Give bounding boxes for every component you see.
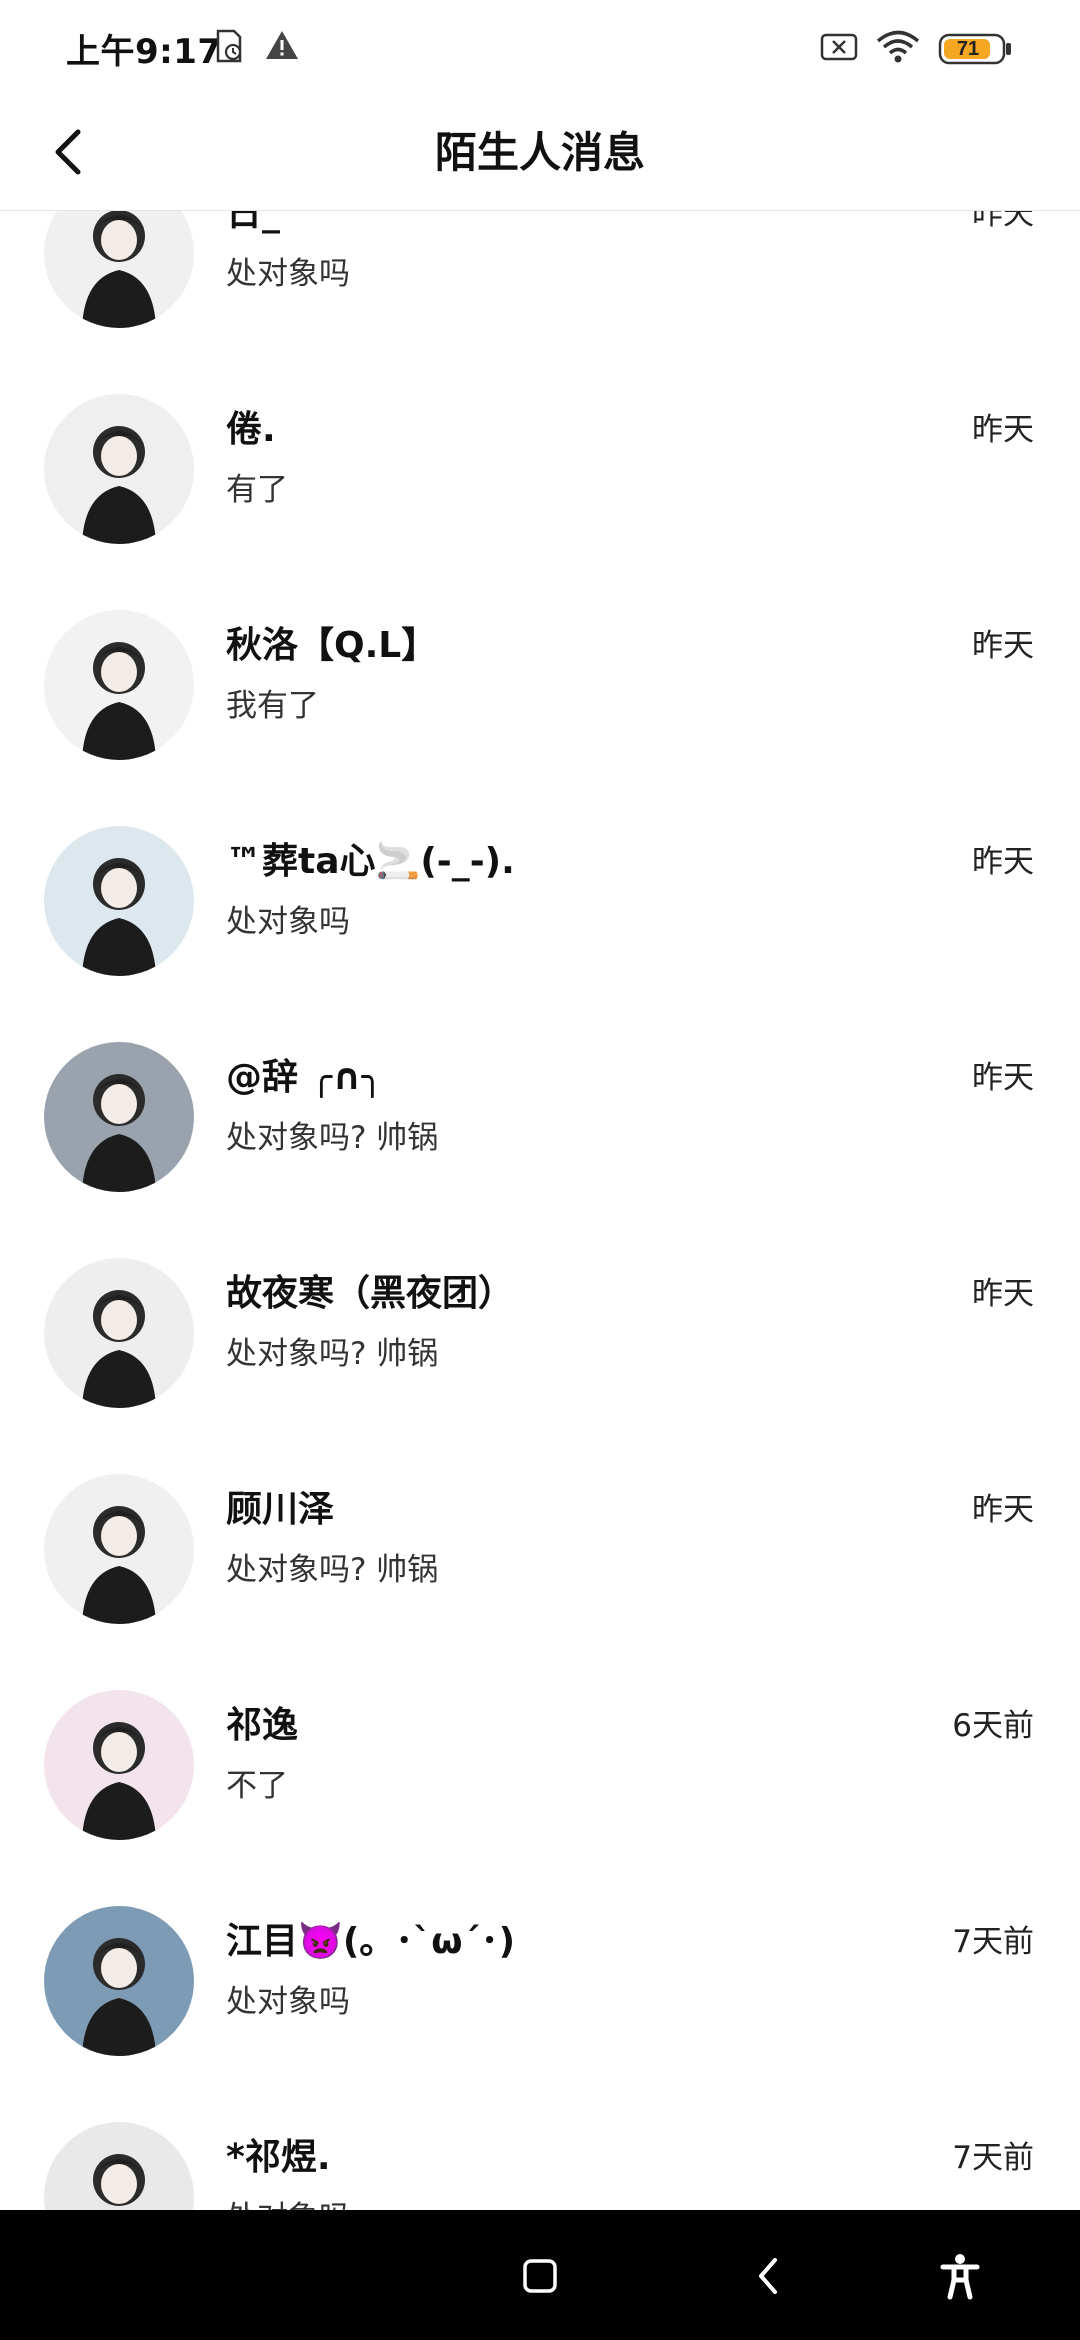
conversation-preview: 处对象吗? 帅锅 [226, 1552, 439, 1588]
conversation-item[interactable]: 秋洛【Q.L】 昨天我有了 [0, 572, 1080, 788]
conversation-time: 昨天 [972, 628, 1034, 664]
conversation-preview: 处对象吗? 帅锅 [226, 1120, 439, 1156]
status-right-icons: 71 [820, 30, 1014, 68]
header: 陌生人消息 [0, 96, 1080, 211]
avatar-figure-icon [82, 426, 156, 544]
storage-clock-icon [212, 28, 246, 68]
conversation-name: @辞 ╭∩╮ [226, 1057, 384, 1098]
conversation-name: ™葬ta心🚬(-_-). [226, 841, 515, 882]
conversation-time: 7天前 [952, 1924, 1034, 1960]
avatar-figure-icon [82, 1722, 156, 1840]
conversation-preview: 有了 [226, 472, 288, 508]
avatar[interactable] [44, 1042, 194, 1192]
avatar-figure-icon [82, 1290, 156, 1408]
conversation-time: 昨天 [972, 412, 1034, 448]
status-time: 上午9:17 [66, 32, 222, 72]
avatar[interactable] [44, 826, 194, 976]
avatar[interactable] [44, 1906, 194, 2056]
conversation-time: 昨天 [972, 844, 1034, 880]
conversation-item[interactable]: 日_ 昨天处对象吗 [0, 210, 1080, 356]
conversation-preview: 处对象吗 [226, 256, 350, 292]
avatar-figure-icon [82, 642, 156, 760]
conversation-item[interactable]: 顾川泽 昨天处对象吗? 帅锅 [0, 1436, 1080, 1652]
conversation-item[interactable]: *祁煜. 7天前处对象吗 [0, 2084, 1080, 2210]
avatar[interactable] [44, 610, 194, 760]
conversation-item[interactable]: 倦. 昨天有了 [0, 356, 1080, 572]
conversation-list-viewport[interactable]: 日_ 昨天 处对象吗 倦. 昨天 有了 秋洛【Q.L】 昨天 我有了 ™葬ta心🚬(-_-). 昨天… [0, 210, 1080, 2210]
conversation-name: 祁逸 [226, 1705, 299, 1746]
battery-icon: 71 [938, 32, 1014, 66]
conversation-time: 昨天 [972, 210, 1034, 232]
nav-back-button[interactable] [732, 2240, 804, 2312]
recents-button[interactable] [504, 2240, 576, 2312]
avatar-figure-icon [82, 210, 156, 328]
conversation-preview: 不了 [226, 1768, 288, 1804]
avatar[interactable] [44, 1690, 194, 1840]
page-title: 陌生人消息 [434, 128, 645, 177]
conversation-name: 顾川泽 [226, 1489, 335, 1530]
conversation-time: 昨天 [972, 1492, 1034, 1528]
conversation-preview: 处对象吗 [226, 2192, 986, 2210]
conversation-preview: 我有了 [226, 688, 319, 724]
sim-off-icon [820, 32, 858, 66]
app-root: 上午9:17 71 陌生人消息 日_ 昨天 处对象吗 倦. 昨天 有了 秋洛【Q… [0, 0, 1080, 2340]
status-left-icons [212, 28, 300, 68]
conversation-item[interactable]: 江目👿(。･`ω´･) 7天前处对象吗 [0, 1868, 1080, 2084]
avatar-figure-icon [82, 1506, 156, 1624]
conversation-preview: 处对象吗 [226, 1984, 350, 2020]
conversation-preview: 处对象吗? 帅锅 [226, 1336, 439, 1372]
navigation-bar [0, 2210, 1080, 2340]
conversation-name: 江目👿(。･`ω´･) [226, 1921, 516, 1962]
conversation-name: 倦. [226, 409, 276, 450]
conversation-name: 日_ [226, 210, 281, 234]
conversation-item[interactable]: ™葬ta心🚬(-_-). 昨天处对象吗 [0, 788, 1080, 1004]
avatar[interactable] [44, 2122, 194, 2210]
avatar-figure-icon [93, 2154, 145, 2206]
status-bar: 上午9:17 71 [0, 0, 1080, 96]
conversation-list: 日_ 昨天 处对象吗 倦. 昨天 有了 秋洛【Q.L】 昨天 我有了 ™葬ta心🚬(-_-). 昨天… [0, 210, 1080, 2210]
conversation-preview: 处对象吗 [226, 904, 350, 940]
accessibility-button[interactable] [924, 2240, 996, 2312]
accessibility-icon [940, 2254, 980, 2300]
battery-level: 71 [956, 38, 980, 60]
recents-square-icon [523, 2259, 557, 2293]
avatar[interactable] [44, 394, 194, 544]
conversation-time: 昨天 [972, 1060, 1034, 1096]
conversation-item[interactable]: 故夜寒（黑夜团） 昨天处对象吗? 帅锅 [0, 1220, 1080, 1436]
avatar[interactable] [44, 1474, 194, 1624]
conversation-time: 7天前 [952, 2140, 1034, 2176]
warning-icon [264, 28, 300, 68]
back-triangle-icon [759, 2258, 777, 2294]
avatar-figure-icon [82, 1938, 156, 2056]
avatar-figure-icon [82, 1074, 156, 1192]
wifi-icon [876, 30, 920, 68]
conversation-name: *祁煜. [226, 2137, 331, 2178]
conversation-name: 故夜寒（黑夜团） [226, 1273, 515, 1314]
avatar[interactable] [44, 210, 194, 328]
conversation-time: 昨天 [972, 1276, 1034, 1312]
avatar-figure-icon [82, 858, 156, 976]
conversation-name: 秋洛【Q.L】 [226, 625, 438, 666]
avatar[interactable] [44, 1258, 194, 1408]
conversation-item[interactable]: @辞 ╭∩╮ 昨天处对象吗? 帅锅 [0, 1004, 1080, 1220]
conversation-time: 6天前 [952, 1708, 1034, 1744]
conversation-item[interactable]: 祁逸 6天前不了 [0, 1652, 1080, 1868]
